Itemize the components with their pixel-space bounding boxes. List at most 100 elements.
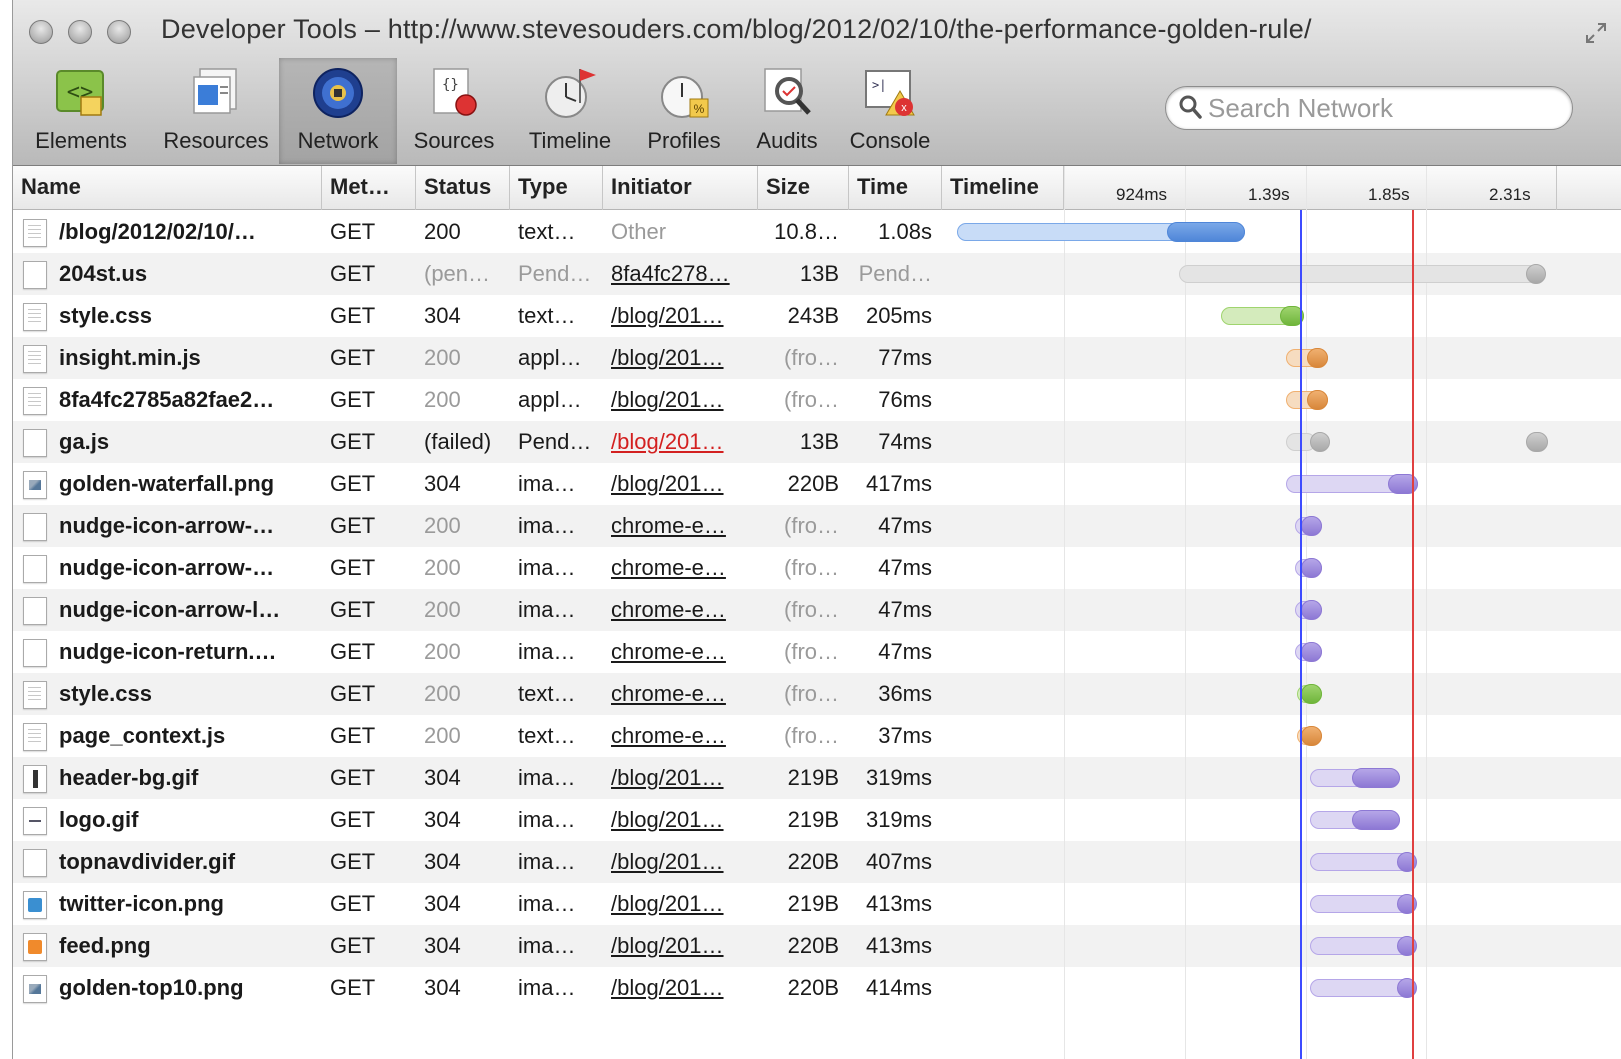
request-row[interactable]: insight.min.js GET 200 appl… /blog/201… (fro…… (13, 337, 1621, 379)
tab-network[interactable]: Network (279, 58, 397, 164)
request-time: 74ms (878, 429, 932, 454)
tab-elements[interactable]: <> Elements (13, 58, 149, 164)
request-row[interactable]: feed.png GET 304 ima… /blog/201… 220B 413ms (13, 925, 1621, 967)
request-time: 77ms (878, 345, 932, 370)
request-method: GET (330, 471, 376, 496)
svg-text:>|: >| (872, 78, 886, 92)
request-initiator[interactable]: chrome-e… (611, 723, 726, 748)
request-type: appl… (518, 387, 582, 412)
column-header-timeline[interactable]: Timeline (942, 166, 1064, 210)
request-initiator[interactable]: /blog/201… (611, 387, 724, 412)
request-status: (pen… (424, 261, 491, 286)
request-initiator[interactable]: chrome-e… (611, 681, 726, 706)
tab-resources[interactable]: Resources (149, 58, 283, 164)
request-size-cell: 243B (758, 295, 849, 337)
minimize-window-button[interactable] (68, 20, 92, 44)
file-type-icon (23, 807, 47, 835)
tab-sources[interactable]: {} Sources (397, 58, 511, 164)
request-initiator[interactable]: /blog/201… (611, 471, 724, 496)
request-initiator[interactable]: chrome-e… (611, 513, 726, 538)
request-initiator[interactable]: 8fa4fc278… (611, 261, 730, 286)
file-type-icon (23, 681, 47, 709)
column-header-size[interactable]: Size (758, 166, 849, 210)
request-method: GET (330, 597, 376, 622)
request-initiator[interactable]: /blog/201… (611, 345, 724, 370)
request-status-cell: 304 (416, 295, 510, 337)
request-row[interactable]: /blog/2012/02/10/… GET 200 text… Other 10.8… 1… (13, 211, 1621, 253)
request-row[interactable]: page_context.js GET 200 text… chrome-e… (fro…… (13, 715, 1621, 757)
tab-timeline[interactable]: Timeline (511, 58, 629, 164)
request-row[interactable]: twitter-icon.png GET 304 ima… /blog/201… 219B… (13, 883, 1621, 925)
fullscreen-icon[interactable] (1585, 22, 1607, 44)
request-time-cell: 205ms (849, 295, 942, 337)
request-status-cell: 304 (416, 967, 510, 1009)
request-initiator[interactable]: chrome-e… (611, 597, 726, 622)
request-method: GET (330, 849, 376, 874)
column-header-status[interactable]: Status (416, 166, 510, 210)
request-type-cell: ima… (510, 883, 603, 925)
request-row[interactable]: style.css GET 200 text… chrome-e… (fro… 36ms (13, 673, 1621, 715)
request-row[interactable]: header-bg.gif GET 304 ima… /blog/201… 219B 319… (13, 757, 1621, 799)
request-initiator[interactable]: /blog/201… (611, 975, 724, 1000)
search-network-input[interactable] (1208, 91, 1558, 125)
request-type: ima… (518, 513, 576, 538)
request-size: 243B (787, 303, 839, 328)
request-row[interactable]: topnavdivider.gif GET 304 ima… /blog/201… 220… (13, 841, 1621, 883)
request-initiator[interactable]: /blog/201… (611, 849, 724, 874)
request-initiator[interactable]: /blog/201… (611, 807, 724, 832)
request-status-cell: 200 (416, 631, 510, 673)
request-initiator-cell: 8fa4fc278… (603, 253, 758, 295)
close-window-button[interactable] (29, 20, 53, 44)
column-header-time[interactable]: Time (849, 166, 942, 210)
request-row[interactable]: nudge-icon-arrow-… GET 200 ima… chrome-e… (fr… (13, 547, 1621, 589)
request-row[interactable]: nudge-icon-arrow-… GET 200 ima… chrome-e… (fr… (13, 505, 1621, 547)
search-box[interactable] (1165, 86, 1573, 130)
request-status: 304 (424, 765, 461, 790)
request-row[interactable]: golden-waterfall.png GET 304 ima… /blog/201…… (13, 463, 1621, 505)
file-type-icon (23, 261, 47, 289)
zoom-window-button[interactable] (107, 20, 131, 44)
request-time: 319ms (865, 765, 932, 790)
request-initiator[interactable]: /blog/201… (611, 765, 724, 790)
column-header-name[interactable]: Name (13, 166, 322, 210)
request-row[interactable]: ga.js GET (failed) Pend… /blog/201… 13B 74ms (13, 421, 1621, 463)
request-row[interactable]: nudge-icon-arrow-l… GET 200 ima… chrome-e… (f… (13, 589, 1621, 631)
request-row[interactable]: logo.gif GET 304 ima… /blog/201… 219B 319ms (13, 799, 1621, 841)
request-initiator[interactable]: chrome-e… (611, 639, 726, 664)
request-method: GET (330, 429, 376, 454)
request-type-cell: appl… (510, 379, 603, 421)
request-type: ima… (518, 471, 576, 496)
tab-console[interactable]: >| x Console (835, 58, 945, 164)
request-initiator[interactable]: /blog/201… (611, 303, 724, 328)
request-initiator[interactable]: /blog/201… (611, 891, 724, 916)
request-row[interactable]: 204st.us GET (pen… Pend… 8fa4fc278… 13B Pend… (13, 253, 1621, 295)
request-type: ima… (518, 639, 576, 664)
request-time-cell: 414ms (849, 967, 942, 1009)
request-row[interactable]: golden-top10.png GET 304 ima… /blog/201… 220B… (13, 967, 1621, 1009)
column-header-initiator[interactable]: Initiator (603, 166, 758, 210)
request-type-cell: ima… (510, 967, 603, 1009)
request-initiator-cell: /blog/201… (603, 757, 758, 799)
request-size-cell: 219B (758, 799, 849, 841)
request-time-cell: 77ms (849, 337, 942, 379)
request-time: 36ms (878, 681, 932, 706)
request-row[interactable]: nudge-icon-return.… GET 200 ima… chrome-e… (f… (13, 631, 1621, 673)
request-method-cell: GET (322, 883, 416, 925)
request-initiator[interactable]: /blog/201… (611, 933, 724, 958)
request-initiator-cell: /blog/201… (603, 463, 758, 505)
request-row[interactable]: 8fa4fc2785a82fae2… GET 200 appl… /blog/201… (… (13, 379, 1621, 421)
request-initiator[interactable]: chrome-e… (611, 555, 726, 580)
request-method: GET (330, 807, 376, 832)
file-type-icon (23, 513, 47, 541)
request-method-cell: GET (322, 463, 416, 505)
tab-profiles[interactable]: % Profiles (629, 58, 739, 164)
file-type-icon (23, 849, 47, 877)
elements-icon: <> (49, 60, 113, 126)
file-type-icon (23, 429, 47, 457)
column-header-method[interactable]: Met… (322, 166, 416, 210)
request-initiator[interactable]: /blog/201… (611, 429, 724, 454)
request-row[interactable]: style.css GET 304 text… /blog/201… 243B 205ms (13, 295, 1621, 337)
column-header-type[interactable]: Type (510, 166, 603, 210)
console-icon: >| x (858, 60, 922, 126)
tab-audits[interactable]: Audits (739, 58, 835, 164)
